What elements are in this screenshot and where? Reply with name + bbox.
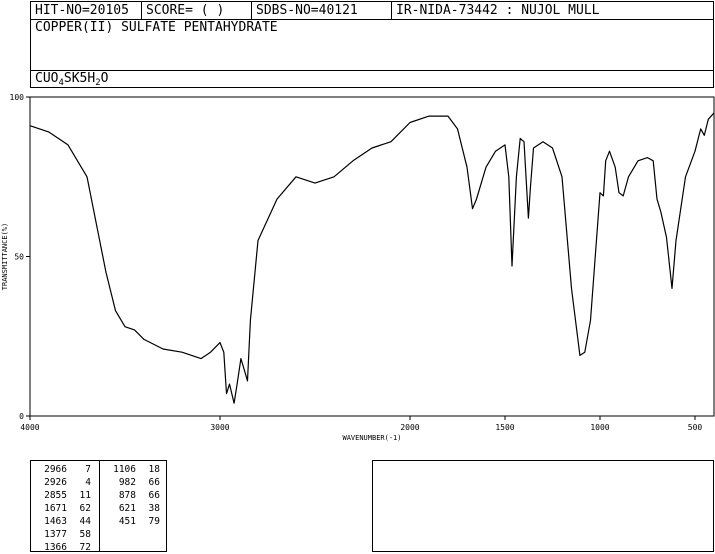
y-tick-label: 50	[14, 253, 24, 262]
peak-intensity: 66	[148, 477, 160, 488]
x-tick-label: 1500	[495, 423, 514, 432]
sdbs-number: SDBS-NO=40121	[252, 2, 392, 19]
formula-box: CUO4SK5H2O	[30, 70, 714, 88]
peak-row: 1463 44	[31, 515, 99, 528]
x-tick-label: 1000	[590, 423, 609, 432]
ir-spectrum-chart: 0 50 100 4000 3000 2000 1500 1000 500 WAVENUMBER(…	[1, 93, 715, 442]
peak-row: 982 66	[100, 476, 168, 489]
peak-row: 2926 4	[31, 476, 99, 489]
y-tick-label: 0	[19, 412, 24, 421]
peak-intensity: 18	[148, 464, 160, 475]
peak-column-1: 2966 7 2926 4 2855 11 1671 62 1463 44 1377 58 1366 72	[31, 463, 99, 554]
peak-row: 1366 72	[31, 541, 99, 554]
peak-wavenumber: 1671	[44, 503, 67, 514]
y-axis-label: TRANSMITTANCE(%)	[1, 223, 9, 290]
peak-table: 2966 7 2926 4 2855 11 1671 62 1463 44 1377 58 1366 72…	[30, 460, 168, 554]
x-tick-label: 3000	[210, 423, 229, 432]
peak-row: 2855 11	[31, 489, 99, 502]
formula-part: SK5H	[63, 71, 96, 86]
peak-row: 2966 7	[31, 463, 99, 476]
peak-wavenumber: 2966	[44, 464, 67, 475]
x-tick-label: 500	[688, 423, 703, 432]
formula-part: CUO	[35, 71, 59, 86]
peak-row: 1106 18	[100, 463, 168, 476]
score: SCORE= ( )	[142, 2, 252, 19]
peak-intensity: 7	[85, 464, 91, 475]
peak-wavenumber: 1366	[44, 542, 67, 553]
compound-name: COPPER(II) SULFATE PENTAHYDRATE	[35, 20, 278, 35]
compound-name-box: COPPER(II) SULFATE PENTAHYDRATE	[30, 19, 714, 71]
peak-intensity: 79	[148, 516, 160, 527]
peak-row: 1377 58	[31, 528, 99, 541]
peak-wavenumber: 2926	[44, 477, 67, 488]
hit-number: HIT-NO=20105	[31, 2, 142, 19]
peak-wavenumber: 2855	[44, 490, 67, 501]
peak-wavenumber: 878	[118, 490, 136, 501]
peak-wavenumber: 621	[118, 503, 136, 514]
peak-column-2: 1106 18 982 66 878 66 621 38 451 79	[100, 463, 168, 528]
peak-intensity: 72	[79, 542, 91, 553]
plot-frame	[29, 96, 715, 417]
peak-intensity: 11	[79, 490, 91, 501]
ir-nida-info: IR-NIDA-73442 : NUJOL MULL	[396, 3, 600, 18]
y-tick-label: 100	[10, 93, 25, 102]
x-tick-label: 2000	[400, 423, 419, 432]
peak-row: 1671 62	[31, 502, 99, 515]
peak-intensity: 66	[148, 490, 160, 501]
peak-wavenumber: 451	[118, 516, 136, 527]
peak-intensity: 62	[79, 503, 91, 514]
peak-wavenumber: 1106	[113, 464, 136, 475]
peak-intensity: 44	[79, 516, 91, 527]
peak-wavenumber: 982	[118, 477, 136, 488]
peak-intensity: 38	[148, 503, 160, 514]
peak-wavenumber: 1463	[44, 516, 67, 527]
peak-row: 451 79	[100, 515, 168, 528]
x-axis-label: WAVENUMBER(-1)	[342, 434, 401, 442]
peak-row: 621 38	[100, 502, 168, 515]
peak-wavenumber: 1377	[44, 529, 67, 540]
peak-intensity: 58	[79, 529, 91, 540]
molecular-formula: CUO4SK5H2O	[35, 71, 108, 88]
peak-intensity: 4	[85, 477, 91, 488]
formula-part: O	[100, 71, 109, 86]
peak-row: 878 66	[100, 489, 168, 502]
x-tick-label: 4000	[20, 423, 39, 432]
header-bar: HIT-NO=20105 SCORE= ( ) SDBS-NO=40121 IR…	[30, 1, 714, 20]
spectrum-line	[29, 112, 715, 404]
empty-info-box	[372, 460, 714, 552]
